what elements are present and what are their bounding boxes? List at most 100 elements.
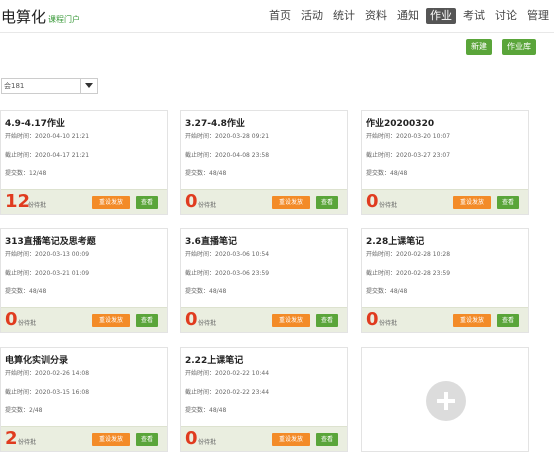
resend-button[interactable]: 重设发放 [92,433,130,446]
new-homework-button[interactable]: 新建 [466,39,492,55]
course-logo[interactable]: 电算化 课程门户 [1,6,80,27]
end-time: 截止时间：2020-04-17 21:21 [5,152,90,159]
start-time: 开始时间：2020-03-06 10:54 [185,251,270,258]
plus-icon [426,381,466,421]
resend-button[interactable]: 重设发放 [92,314,130,327]
nav-discussion[interactable]: 讨论 [490,8,522,24]
end-time: 截止时间：2020-04-08 23:58 [185,152,270,159]
nav-notice[interactable]: 通知 [392,8,424,24]
start-time: 开始时间：2020-03-13 00:09 [5,251,90,258]
class-select-value: 会181 [4,82,25,90]
pending-count: 2 [5,428,18,449]
start-time: 开始时间：2020-02-22 10:44 [185,370,270,377]
homework-card[interactable]: 作业20200320 开始时间：2020-03-20 10:07 截止时间：2020… [361,110,529,215]
view-button[interactable]: 查看 [136,314,158,327]
start-time: 开始时间：2020-02-28 10:28 [366,251,451,258]
resend-button[interactable]: 重设发放 [272,196,310,209]
card-footer: 2 份待批 重设发放 查看 [1,426,167,451]
homework-title[interactable]: 作业20200320 [366,116,434,129]
homework-title[interactable]: 2.22上课笔记 [185,353,243,366]
submission-count: 提交数：2/48 [5,407,43,414]
add-homework-card[interactable] [361,347,529,452]
header: 电算化 课程门户 首页 活动 统计 资料 通知 作业 考试 讨论 管理 [0,0,554,32]
end-time: 截止时间：2020-03-21 01:09 [5,270,90,277]
homework-library-button[interactable]: 作业库 [502,39,536,55]
pending-label: 份待批 [198,320,217,327]
card-footer: 0 份待批 重设发放 查看 [181,307,347,332]
end-time: 截止时间：2020-02-28 23:59 [366,270,451,277]
pending-label: 份待批 [18,320,37,327]
card-footer: 0 份待批 重设发放 查看 [181,189,347,214]
pending-count: 0 [366,309,379,330]
view-button[interactable]: 查看 [316,196,338,209]
pending-count: 12 [5,191,31,212]
pending-label: 份待批 [28,202,47,209]
pending-count: 0 [185,191,198,212]
homework-title[interactable]: 3.27-4.8作业 [185,116,245,129]
nav-manage[interactable]: 管理 [522,8,554,24]
chevron-down-icon[interactable] [80,79,97,93]
pending-label: 份待批 [18,439,37,446]
class-select[interactable]: 会181 [1,78,98,94]
nav-activity[interactable]: 活动 [296,8,328,24]
homework-card[interactable]: 313直播笔记及思考题开始时间：2020-03-13 00:09 截止时间：202… [0,228,168,333]
resend-button[interactable]: 重设发放 [92,196,130,209]
view-button[interactable]: 查看 [316,314,338,327]
start-time: 开始时间：2020-03-28 09:21 [185,133,270,140]
pending-count: 0 [185,309,198,330]
pending-count: 0 [185,428,198,449]
view-button[interactable]: 查看 [136,433,158,446]
end-time: 截止时间：2020-02-22 23:44 [185,389,270,396]
resend-button[interactable]: 重设发放 [272,314,310,327]
card-footer: 0 份待批 重设发放 查看 [181,426,347,451]
view-button[interactable]: 查看 [316,433,338,446]
end-time: 截止时间：2020-03-06 23:59 [185,270,270,277]
pending-label: 份待批 [379,320,398,327]
nav-homework[interactable]: 作业 [426,8,456,24]
pending-count: 0 [5,309,18,330]
start-time: 开始时间：2020-04-10 21:21 [5,133,90,140]
homework-card[interactable]: 3.6直播笔记开始时间：2020-03-06 10:54 截止时间：2020-03… [180,228,348,333]
resend-button[interactable]: 重设发放 [272,433,310,446]
submission-count: 提交数：48/48 [185,170,227,177]
submission-count: 提交数：48/48 [366,288,408,295]
nav-materials[interactable]: 资料 [360,8,392,24]
view-button[interactable]: 查看 [497,196,519,209]
resend-button[interactable]: 重设发放 [453,314,491,327]
homework-title[interactable]: 4.9-4.17作业 [5,116,65,129]
homework-title[interactable]: 3.6直播笔记 [185,234,237,247]
end-time: 截止时间：2020-03-15 16:08 [5,389,90,396]
logo-title: 电算化 [1,8,47,26]
header-divider [0,32,554,33]
nav-statistics[interactable]: 统计 [328,8,360,24]
resend-button[interactable]: 重设发放 [453,196,491,209]
homework-card[interactable]: 4.9-4.17作业开始时间：2020-04-10 21:21 截止时间：2020… [0,110,168,215]
logo-subtitle: 课程门户 [48,15,81,24]
nav-home[interactable]: 首页 [264,8,296,24]
submission-count: 提交数：48/48 [185,288,227,295]
pending-label: 份待批 [198,439,217,446]
homework-card[interactable]: 2.28上课笔记开始时间：2020-02-28 10:28 截止时间：2020-0… [361,228,529,333]
homework-card[interactable]: 电算化实训分录开始时间：2020-02-26 14:08 截止时间：2020-03… [0,347,168,452]
homework-card[interactable]: 2.22上课笔记开始时间：2020-02-22 10:44 截止时间：2020-0… [180,347,348,452]
submission-count: 提交数：48/48 [366,170,408,177]
submission-count: 提交数：48/48 [5,288,47,295]
pending-label: 份待批 [379,202,398,209]
card-footer: 0 份待批 重设发放 查看 [362,307,528,332]
end-time: 截止时间：2020-03-27 23:07 [366,152,451,159]
start-time: 开始时间：2020-02-26 14:08 [5,370,90,377]
card-footer: 0 份待批 重设发放 查看 [1,307,167,332]
card-footer: 0 份待批 重设发放 查看 [362,189,528,214]
start-time: 开始时间：2020-03-20 10:07 [366,133,451,140]
nav-exam[interactable]: 考试 [458,8,490,24]
view-button[interactable]: 查看 [497,314,519,327]
pending-label: 份待批 [198,202,217,209]
pending-count: 0 [366,191,379,212]
homework-title[interactable]: 313直播笔记及思考题 [5,234,96,247]
view-button[interactable]: 查看 [136,196,158,209]
homework-title[interactable]: 2.28上课笔记 [366,234,424,247]
homework-card[interactable]: 3.27-4.8作业开始时间：2020-03-28 09:21 截止时间：2020… [180,110,348,215]
homework-title[interactable]: 电算化实训分录 [5,353,68,366]
card-footer: 12 份待批 重设发放 查看 [1,189,167,214]
submission-count: 提交数：12/48 [5,170,47,177]
